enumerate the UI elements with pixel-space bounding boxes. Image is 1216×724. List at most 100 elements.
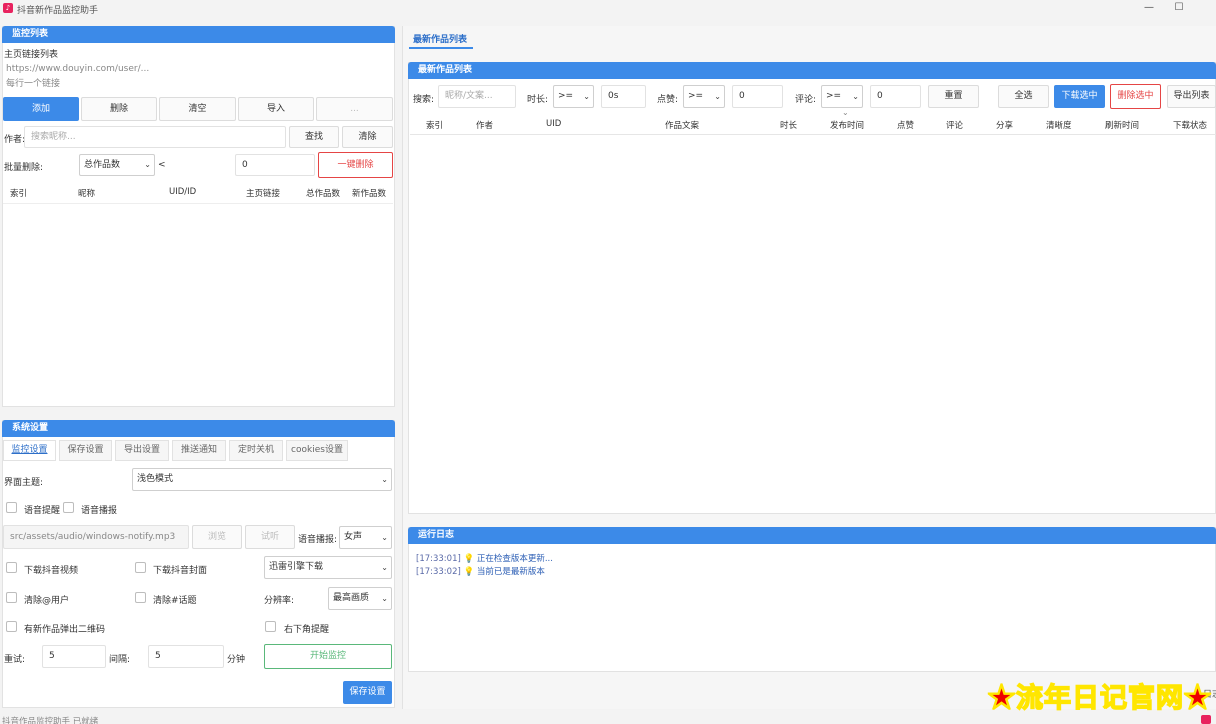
lightbulb-icon: 💡 [463,567,475,577]
tab-scheduled-shutdown[interactable]: 定时关机 [229,440,283,461]
interval-unit: 分钟 [227,655,246,665]
chevron-down-icon: ⌄ [381,563,388,572]
url-textarea-hint: 每行一个链接 [6,79,61,89]
clear-search-button[interactable]: 清除 [342,126,393,148]
delete-selected-button[interactable]: 删除选中 [1110,84,1161,109]
tab-save-settings[interactable]: 保存设置 [59,440,112,461]
download-selected-button[interactable]: 下载选中 [1054,85,1105,108]
export-list-button[interactable]: 导出列表 [1167,85,1216,108]
chevron-down-icon: ⌄ [852,92,859,101]
more-button[interactable]: ... [316,97,393,121]
remove-topic-label: 清除#话题 [153,596,197,606]
tab-export-settings[interactable]: 导出设置 [115,440,169,461]
resolution-select[interactable]: 最高画质 ⌄ [328,587,392,610]
minimize-icon[interactable]: — [1142,2,1156,14]
chevron-down-icon: ⌄ [381,533,388,542]
download-video-checkbox[interactable] [6,562,17,573]
column-header-index: 索引 [426,121,444,131]
log-time: [17:33:02] [416,567,461,577]
voice-remind-checkbox[interactable] [6,502,17,513]
voice-type-select[interactable]: 女声 ⌄ [339,526,392,549]
duration-label: 时长: [527,95,549,105]
corner-remind-checkbox[interactable] [265,621,276,632]
chevron-down-icon: ⌄ [144,160,151,169]
remove-topic-checkbox[interactable] [135,592,146,603]
chevron-down-icon: ⌄ [381,594,388,603]
column-header-comments: 评论 [946,121,964,131]
likes-operator-select[interactable]: >= ⌄ [683,85,725,108]
app-logo-icon: ♪ [3,3,13,13]
homepage-list-label: 主页链接列表 [4,50,59,60]
sound-path-input[interactable]: src/assets/audio/windows-notify.mp3 [3,525,189,549]
batch-value-input[interactable]: 0 [235,154,315,176]
remove-at-label: 清除@用户 [24,596,70,606]
import-button[interactable]: 导入 [238,97,314,121]
author-search-input[interactable]: 搜索昵称... [24,126,286,148]
delete-button[interactable]: 删除 [81,97,157,121]
column-header-publish-time[interactable]: 发布时间 [830,119,864,131]
column-header-author: 作者 [476,121,494,131]
theme-label: 界面主题: [4,478,44,488]
voice-broadcast-checkbox[interactable] [63,502,74,513]
column-header-index: 索引 [10,189,28,199]
select-all-button[interactable]: 全选 [998,85,1049,108]
comments-input[interactable]: 0 [870,85,921,108]
tab-monitor-settings[interactable]: 监控设置 [3,440,56,461]
download-engine-select[interactable]: 迅雷引擎下载 ⌄ [264,556,392,579]
qr-popup-checkbox[interactable] [6,621,17,632]
remove-at-checkbox[interactable] [6,592,17,603]
tab-latest-works[interactable]: 最新作品列表 [413,32,467,45]
column-header-quality: 清晰度 [1046,121,1072,131]
comments-operator-select[interactable]: >= ⌄ [821,85,863,108]
find-button[interactable]: 查找 [289,126,339,148]
batch-criteria-select[interactable]: 总作品数 ⌄ [79,154,155,176]
monitor-list-header: 监控列表 [2,26,395,43]
log-entry: [17:33:02] 💡 当前已是最新版本 [416,565,545,577]
chevron-down-icon: ⌄ [714,92,721,101]
batch-operator: < [158,160,166,170]
download-cover-label: 下载抖音封面 [153,566,208,576]
reset-button[interactable]: 重置 [928,85,979,108]
works-header: 最新作品列表 [408,62,1216,79]
resolution-value: 最高画质 [333,593,370,603]
log-panel [408,527,1216,672]
author-label: 作者: [4,135,26,145]
column-header-homepage: 主页链接 [246,189,281,199]
column-header-uid: UID [546,119,562,129]
batch-delete-label: 批量删除: [4,163,44,173]
retry-label: 重试: [4,655,26,665]
start-monitor-button[interactable]: 开始监控 [264,644,392,669]
browse-button[interactable]: 浏览 [192,525,242,549]
lightbulb-icon: 💡 [463,554,475,564]
maximize-icon[interactable]: ☐ [1172,2,1186,14]
duration-operator-select[interactable]: >= ⌄ [553,85,594,108]
works-search-input[interactable]: 昵称/文案... [438,85,516,108]
url-textarea-placeholder[interactable]: https://www.douyin.com/user/... [6,64,149,74]
save-settings-button[interactable]: 保存设置 [343,681,392,704]
log-time: [17:33:01] [416,554,461,564]
comments-operator-value: >= [826,91,842,101]
voice-type-label: 语音播报: [298,535,338,545]
download-cover-checkbox[interactable] [135,562,146,573]
qr-popup-label: 有新作品弹出二维码 [24,625,106,635]
voice-type-value: 女声 [344,532,363,542]
one-click-delete-button[interactable]: 一键删除 [318,152,393,178]
voice-remind-label: 语音提醒 [24,506,61,516]
tab-cookies-settings[interactable]: cookies设置 [286,440,348,461]
comments-label: 评论: [795,95,817,105]
tab-push-notify[interactable]: 推送通知 [172,440,226,461]
clear-button[interactable]: 清空 [159,97,236,121]
voice-broadcast-label: 语音播报 [81,506,118,516]
duration-input[interactable]: 0s [601,85,646,108]
search-label: 搜索: [413,95,435,105]
likes-input[interactable]: 0 [732,85,783,108]
test-sound-button[interactable]: 试听 [245,525,295,549]
theme-select[interactable]: 浅色模式 ⌄ [132,468,392,491]
interval-input[interactable]: 5 [148,645,224,668]
add-button[interactable]: 添加 [3,97,79,121]
monitor-list-panel [2,26,395,407]
column-header-likes: 点赞 [897,121,915,131]
duration-operator-value: >= [558,91,574,101]
retry-input[interactable]: 5 [42,645,106,668]
settings-header: 系统设置 [2,420,395,437]
